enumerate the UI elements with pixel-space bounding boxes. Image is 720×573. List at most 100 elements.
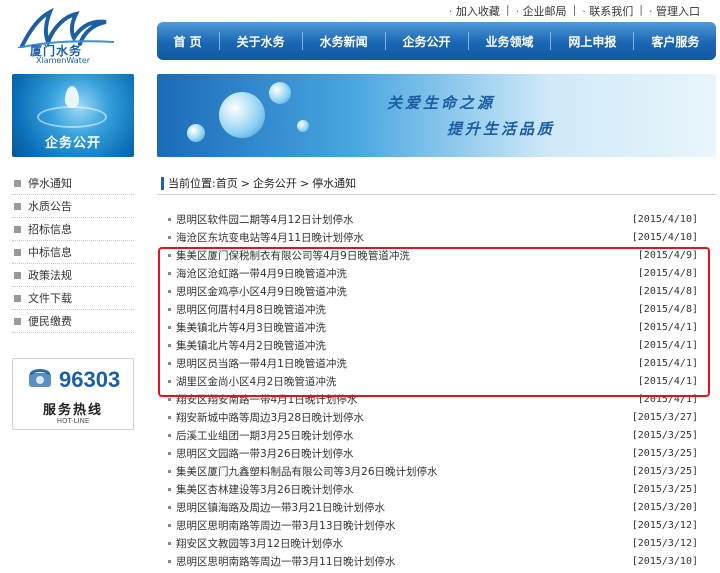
notice-title[interactable]: 后溪工业组团一期3月25日晚计划停水	[176, 428, 354, 443]
notice-title[interactable]: 集美镇北片等4月3日晚管道冲洗	[176, 320, 326, 335]
breadcrumb-home[interactable]: 首页	[216, 175, 238, 191]
notice-list: 思明区软件园二期等4月12日计划停水 [2015/4/10] 海沧区东坑变电站等4月…	[162, 210, 698, 570]
corporate-mail-link[interactable]: 企业邮局	[510, 3, 573, 19]
notice-row[interactable]: 集美镇北片等4月2日晚管道冲洗 [2015/4/1]	[162, 336, 698, 354]
breadcrumb-disclosure[interactable]: 企务公开	[253, 175, 297, 191]
sidebar-item-downloads[interactable]: 文件下载	[12, 287, 134, 310]
sidebar-item-payment[interactable]: 便民缴费	[12, 310, 134, 333]
sidebar-item-label: 便民缴费	[28, 315, 72, 328]
notice-title-wrap: 思明区金鸡亭小区4月9日晚管道冲洗	[162, 284, 347, 299]
notice-title-wrap: 思明区思明南路等周边一带3月13日晚计划停水	[162, 518, 396, 533]
notice-row[interactable]: 翔安新城中路等周边3月28日晚计划停水 [2015/3/27]	[162, 408, 698, 426]
sidebar-item-label: 招标信息	[28, 223, 72, 236]
notice-title[interactable]: 翔安区翔安南路一带4月1日晚计划停水	[176, 392, 357, 407]
notice-title[interactable]: 思明区思明南路等周边一带3月11日晚计划停水	[176, 554, 396, 569]
notice-row[interactable]: 翔安区文教园等3月12日晚计划停水 [2015/3/12]	[162, 534, 698, 552]
notice-row[interactable]: 思明区金鸡亭小区4月9日晚管道冲洗 [2015/4/8]	[162, 282, 698, 300]
nav-disclosure[interactable]: 企务公开	[395, 33, 459, 50]
notice-date: [2015/3/25]	[631, 483, 698, 495]
notice-title-wrap: 集美区厦门保税制衣有限公司等4月9日晚管道冲洗	[162, 248, 410, 263]
hero-banner: 关爱生命之源 提升生活品质	[157, 74, 716, 157]
notice-row[interactable]: 思明区员当路一带4月1日晚管道冲洗 [2015/4/1]	[162, 354, 698, 372]
notice-title-wrap: 集美区厦门九鑫塑料制品有限公司等3月26日晚计划停水	[162, 464, 438, 479]
section-banner: 企务公开	[12, 74, 134, 157]
notice-title[interactable]: 翔安区文教园等3月12日晚计划停水	[176, 536, 343, 551]
nav-business[interactable]: 业务领域	[477, 33, 541, 50]
bullet-icon	[14, 271, 21, 279]
notice-title-wrap: 翔安区文教园等3月12日晚计划停水	[162, 536, 343, 551]
notice-title-wrap: 思明区镇海路及周边一带3月21日晚计划停水	[162, 500, 385, 515]
notice-row[interactable]: 海沧区东坑变电站等4月11日晚计划停水 [2015/4/10]	[162, 228, 698, 246]
admin-entry-link[interactable]: 管理入口	[643, 3, 706, 19]
bubble-icon	[219, 92, 265, 138]
bullet-icon	[168, 487, 171, 491]
notice-row[interactable]: 思明区文园路一带3月26日晚计划停水 [2015/3/25]	[162, 444, 698, 462]
sidebar-menu: 停水通知 水质公告 招标信息 中标信息 政策法规 文件下载 便民缴费	[12, 172, 134, 333]
nav-divider	[633, 32, 635, 50]
breadcrumb-current[interactable]: 停水通知	[312, 175, 356, 191]
notice-title-wrap: 思明区员当路一带4月1日晚管道冲洗	[162, 356, 347, 371]
top-links: 加入收藏 | 企业邮局 | 联系我们 | 管理入口	[443, 3, 706, 19]
notice-row[interactable]: 集美区厦门九鑫塑料制品有限公司等3月26日晚计划停水 [2015/3/25]	[162, 462, 698, 480]
nav-home[interactable]: 首 页	[165, 33, 209, 50]
notice-date: [2015/4/8]	[637, 267, 698, 279]
notice-title[interactable]: 集美区厦门九鑫塑料制品有限公司等3月26日晚计划停水	[176, 464, 438, 479]
logo[interactable]: 厦门水务 XiamenWater	[14, 8, 124, 65]
notice-row[interactable]: 思明区思明南路等周边一带3月13日晚计划停水 [2015/3/12]	[162, 516, 698, 534]
notice-row[interactable]: 集美镇北片等4月3日晚管道冲洗 [2015/4/1]	[162, 318, 698, 336]
notice-title[interactable]: 思明区员当路一带4月1日晚管道冲洗	[176, 356, 347, 371]
bullet-icon	[168, 415, 171, 419]
notice-title[interactable]: 翔安新城中路等周边3月28日晚计划停水	[176, 410, 364, 425]
notice-date: [2015/4/10]	[631, 231, 698, 243]
notice-title[interactable]: 海沧区沧虹路一带4月9日晚管道冲洗	[176, 266, 347, 281]
bullet-icon	[14, 179, 21, 187]
sidebar-item-tender-info[interactable]: 招标信息	[12, 218, 134, 241]
notice-row[interactable]: 湖里区金尚小区4月2日晚管道冲洗 [2015/4/1]	[162, 372, 698, 390]
notice-title[interactable]: 思明区金鸡亭小区4月9日晚管道冲洗	[176, 284, 347, 299]
bullet-icon	[168, 343, 171, 347]
notice-row[interactable]: 集美区厦门保税制衣有限公司等4月9日晚管道冲洗 [2015/4/9]	[162, 246, 698, 264]
hotline-box[interactable]: 96303 服务热线 HOT-LINE	[12, 358, 134, 430]
hotline-number: 96303	[59, 367, 121, 392]
sidebar-item-award-info[interactable]: 中标信息	[12, 241, 134, 264]
nav-divider	[301, 32, 303, 50]
nav-online-apply[interactable]: 网上申报	[560, 33, 624, 50]
nav-customer-service[interactable]: 客户服务	[643, 33, 707, 50]
notice-title-wrap: 思明区何厝村4月8日晚管道冲洗	[162, 302, 326, 317]
nav-news[interactable]: 水务新闻	[312, 33, 376, 50]
notice-row[interactable]: 海沧区沧虹路一带4月9日晚管道冲洗 [2015/4/8]	[162, 264, 698, 282]
notice-title[interactable]: 集美区杏林建设等3月26日晚计划停水	[176, 482, 354, 497]
notice-row[interactable]: 思明区软件园二期等4月12日计划停水 [2015/4/10]	[162, 210, 698, 228]
notice-row[interactable]: 集美区杏林建设等3月26日晚计划停水 [2015/3/25]	[162, 480, 698, 498]
sidebar-item-policy[interactable]: 政策法规	[12, 264, 134, 287]
notice-row[interactable]: 思明区思明南路等周边一带3月11日晚计划停水 [2015/3/10]	[162, 552, 698, 570]
notice-title-wrap: 后溪工业组团一期3月25日晚计划停水	[162, 428, 354, 443]
breadcrumb-separator: >	[299, 176, 310, 190]
notice-row[interactable]: 思明区镇海路及周边一带3月21日晚计划停水 [2015/3/20]	[162, 498, 698, 516]
bullet-icon	[168, 307, 171, 311]
notice-title[interactable]: 湖里区金尚小区4月2日晚管道冲洗	[176, 374, 336, 389]
bullet-icon	[168, 271, 171, 275]
notice-row[interactable]: 翔安区翔安南路一带4月1日晚计划停水 [2015/4/1]	[162, 390, 698, 408]
nav-about[interactable]: 关于水务	[229, 33, 293, 50]
breadcrumb-separator: >	[240, 176, 250, 190]
add-favorite-link[interactable]: 加入收藏	[443, 3, 506, 19]
notice-title[interactable]: 思明区镇海路及周边一带3月21日晚计划停水	[176, 500, 385, 515]
notice-date: [2015/3/12]	[631, 519, 698, 531]
notice-title[interactable]: 集美镇北片等4月2日晚管道冲洗	[176, 338, 326, 353]
sidebar-item-outage-notice[interactable]: 停水通知	[12, 172, 134, 195]
contact-us-link[interactable]: 联系我们	[576, 3, 639, 19]
notice-title[interactable]: 思明区思明南路等周边一带3月13日晚计划停水	[176, 518, 396, 533]
notice-row[interactable]: 后溪工业组团一期3月25日晚计划停水 [2015/3/25]	[162, 426, 698, 444]
notice-title[interactable]: 思明区软件园二期等4月12日计划停水	[176, 212, 354, 227]
notice-title[interactable]: 思明区何厝村4月8日晚管道冲洗	[176, 302, 326, 317]
notice-title[interactable]: 集美区厦门保税制衣有限公司等4月9日晚管道冲洗	[176, 248, 410, 263]
sidebar-item-water-quality[interactable]: 水质公告	[12, 195, 134, 218]
notice-date: [2015/3/25]	[631, 465, 698, 477]
bullet-icon	[168, 505, 171, 509]
notice-title-wrap: 集美镇北片等4月3日晚管道冲洗	[162, 320, 326, 335]
notice-title[interactable]: 海沧区东坑变电站等4月11日晚计划停水	[176, 230, 364, 245]
bullet-icon	[168, 361, 171, 365]
notice-title[interactable]: 思明区文园路一带3月26日晚计划停水	[176, 446, 354, 461]
notice-row[interactable]: 思明区何厝村4月8日晚管道冲洗 [2015/4/8]	[162, 300, 698, 318]
